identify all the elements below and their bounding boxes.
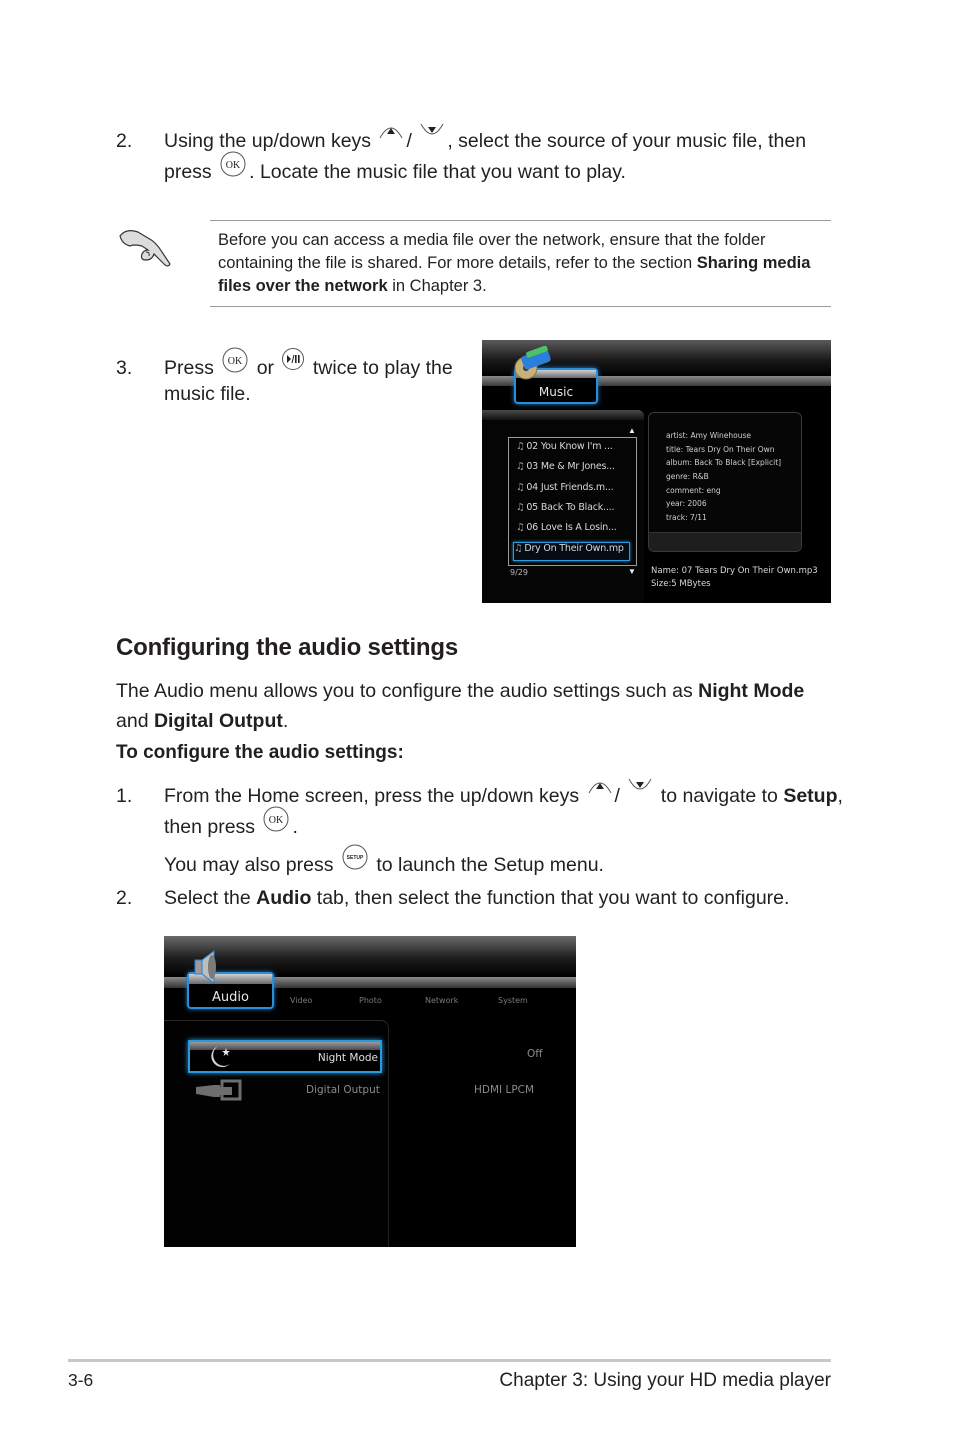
file-name: Name: 07 Tears Dry On Their Own.mp3 — [651, 566, 818, 576]
file-size: Size:5 MBytes — [651, 579, 711, 589]
svg-text:OK: OK — [228, 356, 243, 367]
step-number: 3. — [116, 357, 133, 379]
track-item[interactable]: ♫ 04 Just Friends.m... — [516, 482, 631, 499]
step-number: 2. — [116, 887, 133, 909]
music-note-icon: ♫ — [516, 482, 525, 493]
meta-album: album: Back To Black [Explicit] — [666, 458, 782, 467]
chapter-title: Chapter 3: Using your HD media player — [499, 1370, 831, 1391]
step-2-text: Select the Audio tab, then select the fu… — [164, 887, 790, 909]
note-bottom-divider — [210, 306, 831, 307]
footer-divider — [68, 1359, 831, 1362]
note-text: Before you can access a media file over … — [218, 231, 811, 295]
option-digital-output[interactable]: Digital Output — [306, 1084, 380, 1096]
music-note-icon: ♫ — [516, 522, 525, 533]
track-item[interactable]: ♫ 02 You Know I'm ... — [516, 441, 631, 458]
tab-network[interactable]: Network — [425, 996, 458, 1005]
digital-output-icon — [194, 1079, 242, 1106]
meta-comment: comment: eng — [666, 486, 721, 495]
track-item[interactable]: ♫ 06 Love Is A Losin... — [516, 522, 631, 539]
step-3-line-2: music file. — [164, 383, 251, 405]
option-night-mode[interactable]: Night Mode — [188, 1040, 382, 1073]
ok-button-icon: OK — [262, 806, 290, 832]
meta-artist: artist: Amy Winehouse — [666, 431, 752, 440]
svg-text:OK: OK — [269, 815, 284, 826]
music-note-icon: ♫ — [516, 441, 525, 452]
track-item[interactable]: ♫ 05 Back To Black.... — [516, 502, 631, 519]
step-2-line-1: Using the up/down keys / , select the so… — [164, 123, 806, 156]
moon-star-icon — [204, 1044, 234, 1075]
up-key-icon — [378, 120, 404, 142]
scroll-down-arrow[interactable]: ▼ — [628, 567, 636, 576]
ok-button-icon: OK — [221, 347, 249, 373]
meta-track: track: 7/11 — [666, 513, 707, 522]
step-number: 2. — [116, 130, 133, 152]
audio-setup-screenshot: Audio Video Photo Network System Night M… — [164, 936, 576, 1247]
night-mode-value[interactable]: Off — [527, 1048, 543, 1060]
pointing-hand-icon — [116, 226, 174, 277]
scroll-up-arrow[interactable]: ▲ — [628, 426, 636, 435]
section-heading: Configuring the audio settings — [116, 634, 458, 661]
page-number: 3-6 — [68, 1370, 94, 1390]
note-top-divider — [210, 220, 831, 221]
step-2-line-2: press OK . Locate the music file that yo… — [164, 151, 626, 187]
track-list: ♫ 02 You Know I'm ... ♫ 03 Me & Mr Jones..… — [508, 437, 637, 566]
section-intro: The Audio menu allows you to configure t… — [116, 680, 805, 732]
music-browser-screenshot: Music ▲ ♫ 02 You Know I'm ... ♫ 03 Me & Mr… — [482, 340, 831, 603]
tab-system[interactable]: System — [498, 996, 528, 1005]
music-cd-icon — [512, 345, 554, 385]
svg-text:OK: OK — [226, 160, 241, 171]
meta-genre: genre: R&B — [666, 472, 709, 481]
digital-output-value[interactable]: HDMI LPCM — [474, 1084, 534, 1096]
down-key-icon — [627, 775, 653, 797]
music-note-icon: ♫ — [516, 461, 525, 472]
tab-video[interactable]: Video — [290, 996, 312, 1005]
ok-button-icon: OK — [219, 151, 247, 177]
step-1-line-2: then press OK . — [164, 806, 298, 842]
play-pause-icon — [281, 347, 305, 371]
down-key-icon — [419, 120, 445, 142]
meta-title: title: Tears Dry On Their Own — [666, 445, 775, 454]
track-metadata-panel: artist: Amy Winehouse title: Tears Dry O… — [648, 412, 802, 552]
step-1-setup-hint: You may also press SETUP to launch the S… — [164, 844, 604, 880]
tab-photo[interactable]: Photo — [359, 996, 382, 1005]
track-item[interactable]: ♫ 03 Me & Mr Jones... — [516, 461, 631, 478]
up-key-icon — [587, 775, 613, 797]
svg-text:SETUP: SETUP — [347, 855, 364, 861]
procedure-heading: To configure the audio settings: — [116, 742, 404, 763]
step-number: 1. — [116, 785, 133, 807]
top-bar — [164, 936, 576, 976]
track-counter: 9/29 — [510, 568, 528, 577]
speaker-icon — [192, 948, 220, 991]
setup-button-icon: SETUP — [341, 844, 369, 870]
track-item-selected[interactable]: ♫ Dry On Their Own.mp — [513, 542, 630, 561]
music-note-icon: ♫ — [516, 502, 525, 513]
meta-year: year: 2006 — [666, 499, 707, 508]
music-note-icon: ♫ — [514, 543, 523, 554]
